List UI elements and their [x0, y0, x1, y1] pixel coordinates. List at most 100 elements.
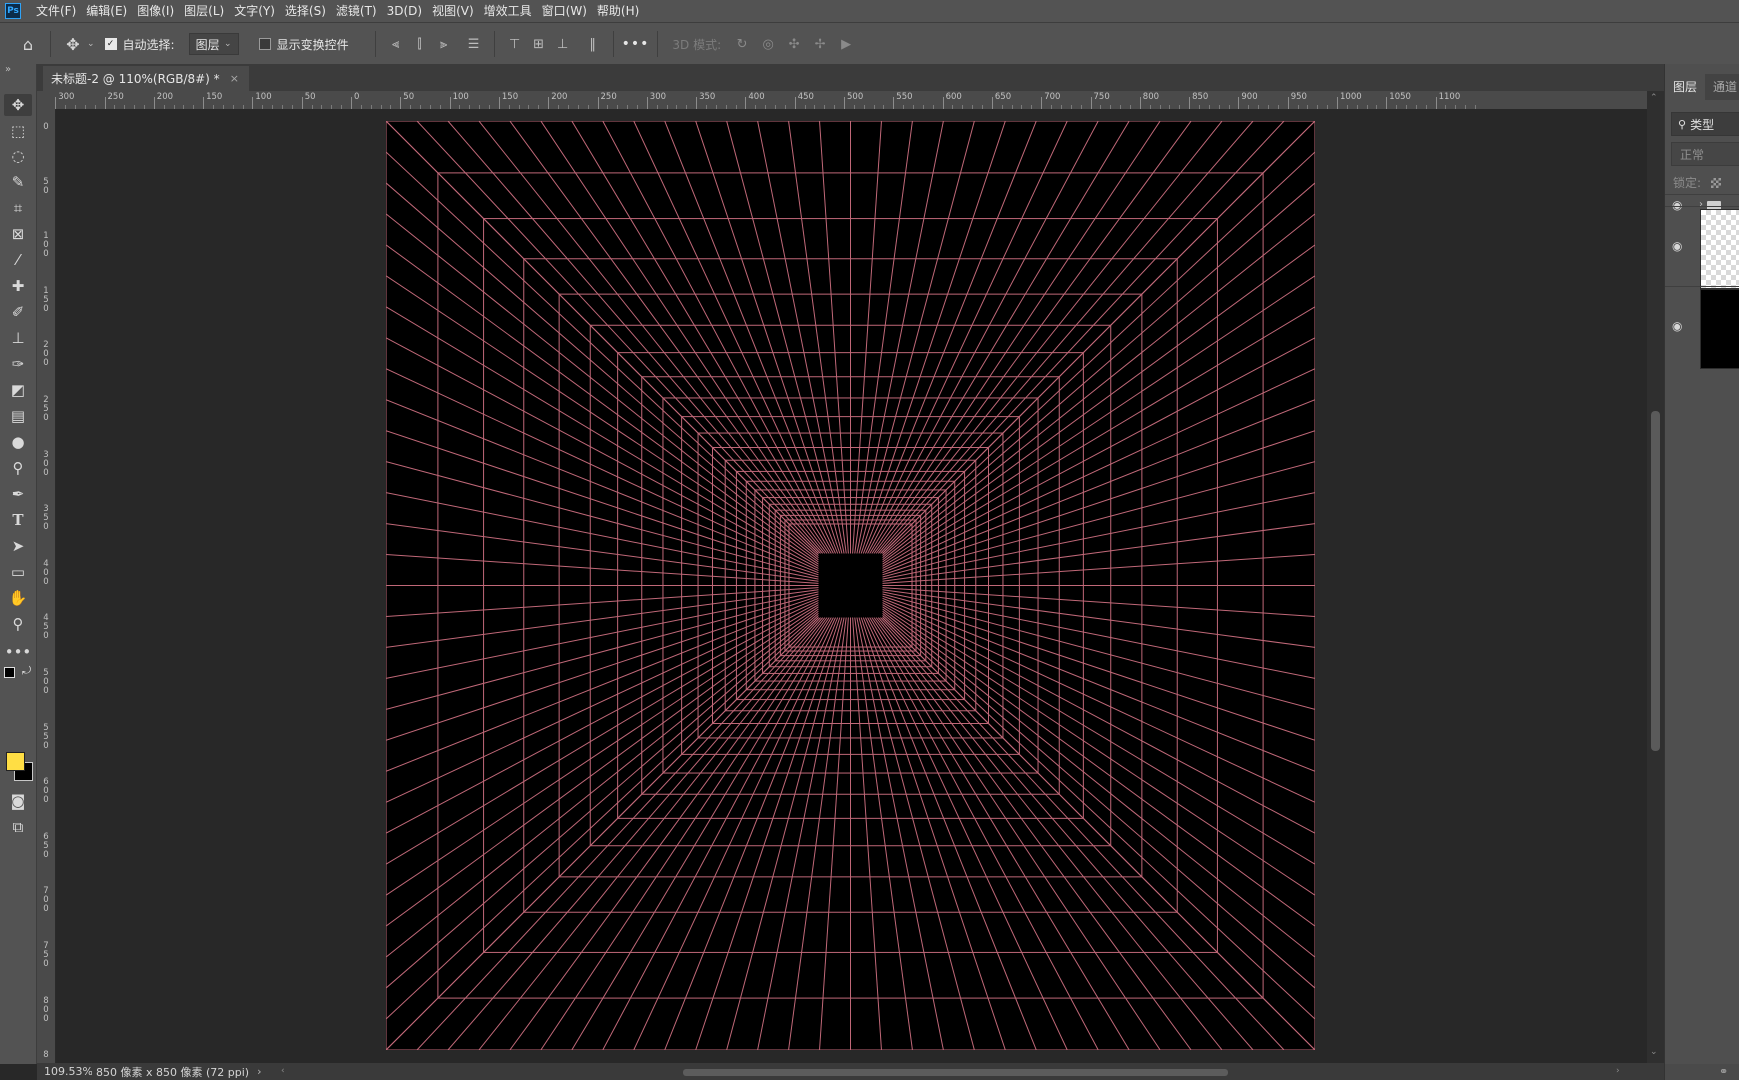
vertical-ruler[interactable]: 0 50 100 150 200 250 300 350 400 450 500 550 600 650 7… — [37, 109, 56, 1063]
lasso-tool-icon[interactable]: ◌ — [4, 145, 32, 167]
healing-brush-tool-icon[interactable]: ✚ — [4, 275, 32, 297]
ruler-label: 750 — [1093, 92, 1110, 102]
marquee-tool-icon[interactable]: ⬚ — [4, 120, 32, 142]
3d-camera-icon[interactable]: ▶ — [833, 32, 859, 56]
3d-slide-icon[interactable]: ✢ — [807, 32, 833, 56]
history-brush-tool-icon[interactable]: ✑ — [4, 353, 32, 375]
path-select-tool-icon[interactable]: ➤ — [4, 535, 32, 557]
menu-layer[interactable]: 图层(L) — [179, 0, 229, 22]
foreground-color-swatch[interactable] — [6, 752, 25, 771]
perspective-ray — [858, 121, 975, 554]
ruler-label: 900 — [1241, 92, 1258, 102]
crop-tool-icon[interactable]: ⌗ — [4, 197, 32, 219]
default-colors-icon[interactable] — [4, 667, 15, 678]
photoshop-logo-icon[interactable]: Ps — [5, 3, 21, 19]
horizontal-scroll-thumb[interactable] — [683, 1069, 1228, 1076]
3d-orbit-icon[interactable]: ↻ — [729, 32, 755, 56]
distribute-vertical-icon[interactable]: ☰ — [462, 32, 486, 56]
3d-pan-icon[interactable]: ✣ — [781, 32, 807, 56]
zoom-tool-icon[interactable]: ⚲ — [4, 613, 32, 635]
pen-tool-icon[interactable]: ✒ — [4, 483, 32, 505]
canvas-area[interactable] — [56, 109, 1647, 1063]
type-tool-icon[interactable]: T — [4, 509, 32, 531]
document-canvas[interactable] — [386, 121, 1315, 1050]
collapse-panel-icon[interactable]: » — [5, 64, 11, 75]
menu-select[interactable]: 选择(S) — [280, 0, 331, 22]
quick-mask-icon[interactable]: ◙ — [4, 790, 32, 812]
align-right-icon[interactable]: ⫸ — [432, 32, 456, 56]
align-top-icon[interactable]: ⊤ — [503, 32, 527, 56]
brush-tool-icon[interactable]: ✐ — [4, 301, 32, 323]
zoom-level[interactable]: 109.53% — [37, 1065, 92, 1078]
show-transform-checkbox[interactable] — [258, 38, 271, 50]
eraser-tool-icon[interactable]: ◩ — [4, 379, 32, 401]
layer-filter-search[interactable]: ⚲ 类型 — [1671, 112, 1739, 136]
align-horizontal-center-icon[interactable]: ⫿ — [408, 32, 432, 56]
ruler-label: 950 — [1290, 92, 1307, 102]
blur-tool-icon[interactable]: ● — [4, 431, 32, 453]
frame-tool-icon[interactable]: ⊠ — [4, 223, 32, 245]
eye-icon[interactable]: ◉ — [1672, 239, 1682, 253]
menu-image[interactable]: 图像(I) — [132, 0, 179, 22]
screen-mode-icon[interactable]: ⧉ — [4, 816, 32, 838]
menu-plugins[interactable]: 增效工具 — [479, 0, 537, 22]
menu-filter[interactable]: 滤镜(T) — [331, 0, 382, 22]
auto-select-checkbox[interactable]: ✓ — [104, 38, 117, 50]
perspective-ray — [788, 617, 847, 1050]
swap-colors-icon[interactable]: ⤾ — [22, 664, 31, 678]
layer-row-lines[interactable]: ◉ — [1665, 206, 1739, 289]
more-tools-icon[interactable]: ••• — [4, 641, 32, 663]
home-icon[interactable]: ⌂ — [14, 30, 42, 58]
lock-transparent-icon[interactable] — [1711, 177, 1722, 188]
quick-select-tool-icon[interactable]: ✎ — [4, 171, 32, 193]
menu-file[interactable]: 文件(F) — [31, 0, 81, 22]
move-tool-icon[interactable]: ✥ — [4, 94, 32, 116]
layer-row-background[interactable]: ◉ — [1665, 286, 1739, 369]
vertical-scrollbar[interactable]: ⌃ ⌄ — [1647, 91, 1664, 1063]
scroll-right-icon[interactable]: › — [1616, 1066, 1620, 1076]
chevron-down-icon[interactable]: ⌄ — [87, 39, 95, 49]
vertical-scroll-thumb[interactable] — [1651, 411, 1660, 751]
hand-tool-icon[interactable]: ✋ — [4, 587, 32, 609]
tab-layers[interactable]: 图层 — [1665, 74, 1706, 100]
more-options-icon[interactable]: ••• — [622, 36, 650, 52]
move-tool-preset-icon[interactable]: ✥ — [59, 30, 87, 58]
rectangle-tool-icon[interactable]: ▭ — [4, 561, 32, 583]
horizontal-ruler[interactable]: 300 250 200 150 100 50 0 50 100 150 200 250 300 350 40… — [37, 91, 1664, 110]
eye-icon[interactable]: ◉ — [1672, 319, 1682, 333]
align-bottom-icon[interactable]: ⊥ — [551, 32, 575, 56]
3d-roll-icon[interactable]: ◎ — [755, 32, 781, 56]
scroll-left-icon[interactable]: ‹ — [281, 1066, 285, 1076]
menu-view[interactable]: 视图(V) — [427, 0, 479, 22]
menu-type[interactable]: 文字(Y) — [229, 0, 280, 22]
perspective-ray — [386, 121, 819, 554]
chevron-right-icon[interactable]: › — [257, 1065, 261, 1078]
dodge-tool-icon[interactable]: ⚲ — [4, 457, 32, 479]
ruler-label: 500 — [847, 92, 864, 102]
ruler-tick — [203, 97, 205, 109]
ruler-label: 700 — [1044, 92, 1061, 102]
auto-select-target-dropdown[interactable]: 图层 ⌄ — [188, 33, 239, 55]
align-vertical-center-icon[interactable]: ⊞ — [527, 32, 551, 56]
link-layers-icon[interactable]: ⚭ — [1719, 1065, 1728, 1078]
close-icon[interactable]: × — [230, 72, 239, 85]
eyedropper-tool-icon[interactable]: ⁄ — [4, 249, 32, 271]
align-left-icon[interactable]: ⫷ — [384, 32, 408, 56]
document-tab[interactable]: 未标题-2 @ 110%(RGB/8#) * × — [43, 66, 249, 91]
horizontal-scrollbar[interactable]: ‹ › — [281, 1066, 1626, 1077]
distribute-horizontal-icon[interactable]: ‖ — [581, 32, 605, 56]
document-info[interactable]: 850 像素 x 850 像素 (72 ppi) — [96, 1064, 249, 1080]
scroll-down-icon[interactable]: ⌄ — [1650, 1047, 1658, 1057]
blend-mode-dropdown[interactable]: 正常 — [1671, 142, 1739, 166]
menu-window[interactable]: 窗口(W) — [537, 0, 592, 22]
menu-3d[interactable]: 3D(D) — [382, 0, 427, 22]
scroll-up-icon[interactable]: ⌃ — [1650, 93, 1658, 103]
ruler-label: 300 — [58, 92, 75, 102]
stamp-tool-icon[interactable]: ⊥ — [4, 327, 32, 349]
menu-help[interactable]: 帮助(H) — [592, 0, 644, 22]
perspective-ray — [726, 617, 843, 1050]
tab-channels[interactable]: 通道 — [1705, 74, 1739, 100]
ruler-tick — [351, 97, 352, 109]
gradient-tool-icon[interactable]: ▤ — [4, 405, 32, 427]
menu-edit[interactable]: 编辑(E) — [81, 0, 132, 22]
